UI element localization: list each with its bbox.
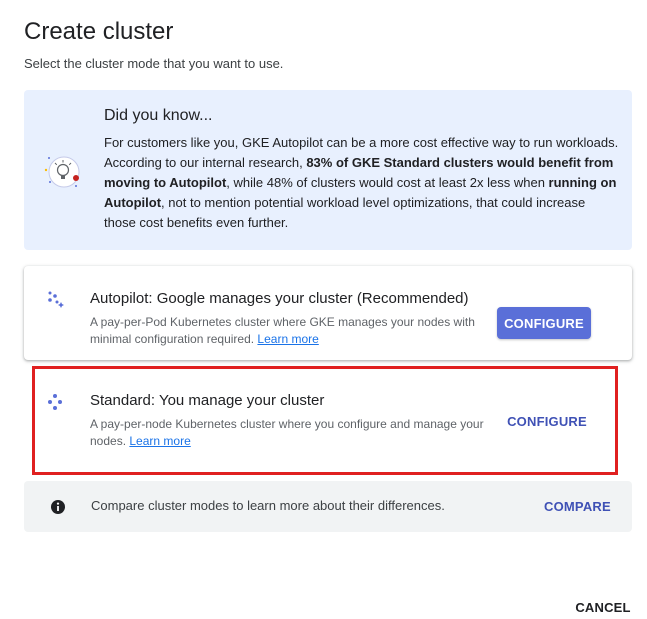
create-cluster-dialog: Create cluster Select the cluster mode t… <box>0 0 647 619</box>
page-title: Create cluster <box>24 18 174 45</box>
autopilot-description: A pay-per-Pod Kubernetes cluster where G… <box>90 314 485 348</box>
info-icon <box>50 499 66 515</box>
standard-title: Standard: You manage your cluster <box>90 392 325 409</box>
autopilot-mode-card: Autopilot: Google manages your cluster (… <box>24 266 632 360</box>
standard-nodes-icon <box>46 392 66 412</box>
lightbulb-illustration-icon <box>40 148 88 196</box>
compare-button[interactable]: COMPARE <box>538 491 616 521</box>
page-subtitle: Select the cluster mode that you want to… <box>24 56 284 71</box>
standard-configure-button[interactable]: CONFIGURE <box>500 405 594 437</box>
info-body: For customers like you, GKE Autopilot ca… <box>104 133 619 233</box>
autopilot-configure-button[interactable]: CONFIGURE <box>497 307 591 339</box>
standard-mode-card: Standard: You manage your cluster A pay-… <box>24 368 632 462</box>
cancel-button[interactable]: CANCEL <box>568 593 638 619</box>
compare-modes-card: Compare cluster modes to learn more abou… <box>24 481 632 532</box>
autopilot-sparkle-icon <box>46 290 66 310</box>
autopilot-title: Autopilot: Google manages your cluster (… <box>90 290 469 307</box>
standard-learn-more-link[interactable]: Learn more <box>129 434 190 448</box>
info-body-text: , not to mention potential workload leve… <box>104 195 586 230</box>
standard-description: A pay-per-node Kubernetes cluster where … <box>90 416 485 450</box>
info-body-text: , while 48% of clusters would cost at le… <box>226 175 549 190</box>
info-heading: Did you know... <box>104 107 213 124</box>
autopilot-learn-more-link[interactable]: Learn more <box>257 332 318 346</box>
did-you-know-card: Did you know... For customers like you, … <box>24 90 632 250</box>
compare-text: Compare cluster modes to learn more abou… <box>91 498 445 513</box>
